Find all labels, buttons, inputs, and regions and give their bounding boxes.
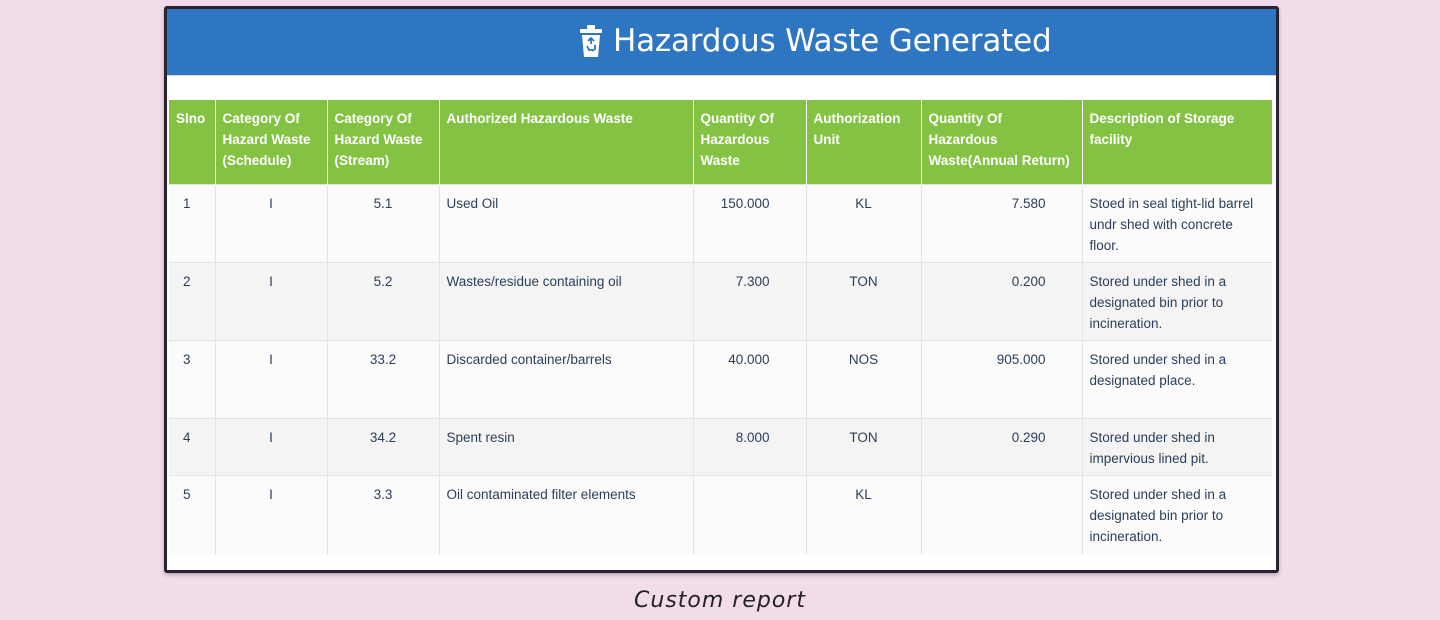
cell-quantity-annual-return: 0.200: [921, 261, 1083, 340]
cell-authorization-unit: KL: [806, 474, 922, 555]
cell-category-schedule: I: [215, 261, 328, 340]
cell-storage-description: Stored under shed in a designated bin pr…: [1082, 261, 1272, 340]
cell-authorized-waste: Spent resin: [439, 417, 694, 475]
cell-category-stream: 3.3: [327, 474, 440, 555]
cell-authorized-waste: Used Oil: [439, 183, 694, 262]
cell-category-stream: 5.1: [327, 183, 440, 262]
column-header-quantity[interactable]: Quantity Of Hazardous Waste: [693, 100, 807, 184]
cell-authorized-waste: Oil contaminated filter elements: [439, 474, 694, 555]
figure-caption: Custom report: [634, 588, 806, 613]
column-header-authorized-waste[interactable]: Authorized Hazardous Waste: [439, 100, 694, 184]
cell-quantity: [693, 474, 807, 555]
cell-category-schedule: I: [215, 339, 328, 418]
cell-storage-description: Stored under shed in impervious lined pi…: [1082, 417, 1272, 475]
cell-slno: 4: [169, 417, 216, 475]
report-title: Hazardous Waste Generated: [613, 23, 1052, 59]
cell-quantity: 7.300: [693, 261, 807, 340]
cell-category-stream: 5.2: [327, 261, 440, 340]
cell-authorized-waste: Wastes/residue containing oil: [439, 261, 694, 340]
column-header-category-stream[interactable]: Category Of Hazard Waste (Stream): [327, 100, 440, 184]
cell-category-stream: 34.2: [327, 417, 440, 475]
cell-category-stream: 33.2: [327, 339, 440, 418]
table-row[interactable]: 2 I 5.2 Wastes/residue containing oil 7.…: [169, 261, 1272, 340]
cell-quantity: 150.000: [693, 183, 807, 262]
table-header-row: Slno Category Of Hazard Waste (Schedule)…: [169, 100, 1272, 184]
cell-slno: 1: [169, 183, 216, 262]
report-banner: Hazardous Waste Generated: [167, 9, 1276, 76]
table-row[interactable]: 1 I 5.1 Used Oil 150.000 KL 7.580 Stoed …: [169, 183, 1272, 262]
cell-authorization-unit: NOS: [806, 339, 922, 418]
cell-quantity-annual-return: [921, 474, 1083, 555]
table-row[interactable]: 4 I 34.2 Spent resin 8.000 TON 0.290 Sto…: [169, 417, 1272, 475]
cell-quantity-annual-return: 7.580: [921, 183, 1083, 262]
cell-slno: 5: [169, 474, 216, 555]
table-row[interactable]: 3 I 33.2 Discarded container/barrels 40.…: [169, 339, 1272, 418]
cell-slno: 3: [169, 339, 216, 418]
cell-authorization-unit: KL: [806, 183, 922, 262]
cell-storage-description: Stored under shed in a designated bin pr…: [1082, 474, 1272, 555]
column-header-quantity-annual-return[interactable]: Quantity Of Hazardous Waste(Annual Retur…: [921, 100, 1083, 184]
cell-quantity-annual-return: 905.000: [921, 339, 1083, 418]
recycle-bin-icon: [580, 25, 602, 57]
cell-category-schedule: I: [215, 417, 328, 475]
cell-quantity-annual-return: 0.290: [921, 417, 1083, 475]
cell-authorized-waste: Discarded container/barrels: [439, 339, 694, 418]
cell-quantity: 8.000: [693, 417, 807, 475]
cell-category-schedule: I: [215, 474, 328, 555]
column-header-category-schedule[interactable]: Category Of Hazard Waste (Schedule): [215, 100, 328, 184]
column-header-slno[interactable]: Slno: [169, 100, 216, 184]
cell-authorization-unit: TON: [806, 417, 922, 475]
cell-quantity: 40.000: [693, 339, 807, 418]
table-row[interactable]: 5 I 3.3 Oil contaminated filter elements…: [169, 474, 1272, 555]
cell-storage-description: Stoed in seal tight-lid barrel undr shed…: [1082, 183, 1272, 262]
hazardous-waste-table: Slno Category Of Hazard Waste (Schedule)…: [169, 100, 1272, 555]
cell-authorization-unit: TON: [806, 261, 922, 340]
report-window: Data Management Hazardous Waste Generate…: [164, 6, 1279, 573]
cell-storage-description: Stored under shed in a designated place.: [1082, 339, 1272, 418]
cell-category-schedule: I: [215, 183, 328, 262]
column-header-authorization-unit[interactable]: Authorization Unit: [806, 100, 922, 184]
cell-slno: 2: [169, 261, 216, 340]
column-header-storage-description[interactable]: Description of Storage facility: [1082, 100, 1272, 184]
